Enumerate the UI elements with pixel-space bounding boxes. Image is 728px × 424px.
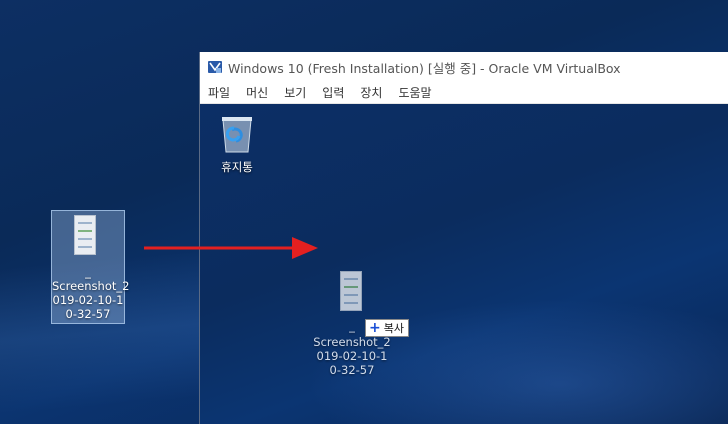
host-file-label-3: 019-02-10-1 [52, 293, 124, 307]
menu-input[interactable]: 입력 [314, 82, 352, 104]
arrow-icon [144, 237, 318, 259]
drag-copy-tooltip: + 복사 [365, 319, 409, 337]
virtualbox-icon [207, 59, 223, 75]
dragged-file-label-2: Screenshot_2 [313, 335, 391, 349]
image-file-icon [74, 215, 96, 255]
menu-file[interactable]: 파일 [200, 82, 238, 104]
menu-help[interactable]: 도움말 [390, 82, 439, 104]
window-title: Windows 10 (Fresh Installation) [실행 중] -… [228, 60, 621, 76]
recycle-bin[interactable]: 휴지통 [212, 114, 262, 174]
menu-devices[interactable]: 장치 [352, 82, 390, 104]
copy-tooltip-text: 복사 [383, 322, 404, 335]
window-titlebar[interactable]: Windows 10 (Fresh Installation) [실행 중] -… [200, 52, 728, 82]
menu-machine[interactable]: 머신 [238, 82, 276, 104]
image-file-icon [340, 271, 362, 311]
plus-icon: + [369, 320, 381, 336]
menu-view[interactable]: 보기 [276, 82, 314, 104]
recycle-bin-label: 휴지통 [221, 160, 253, 174]
guest-desktop[interactable]: 휴지통 _ Screenshot_2 019-02-10-1 0-32-57 +… [200, 104, 728, 424]
host-desktop-file[interactable]: _ Screenshot_2 019-02-10-1 0-32-57 [51, 210, 130, 324]
menu-bar: 파일 머신 보기 입력 장치 도움말 [200, 82, 728, 104]
host-file-label-4: 0-32-57 [65, 307, 111, 321]
recycle-bin-icon [220, 114, 254, 154]
host-file-label-2: Screenshot_2 [52, 279, 130, 293]
host-file-label-1: _ [85, 265, 91, 279]
dragged-file-label-3: 019-02-10-1 [316, 349, 388, 363]
dragged-file-label-4: 0-32-57 [329, 363, 375, 377]
